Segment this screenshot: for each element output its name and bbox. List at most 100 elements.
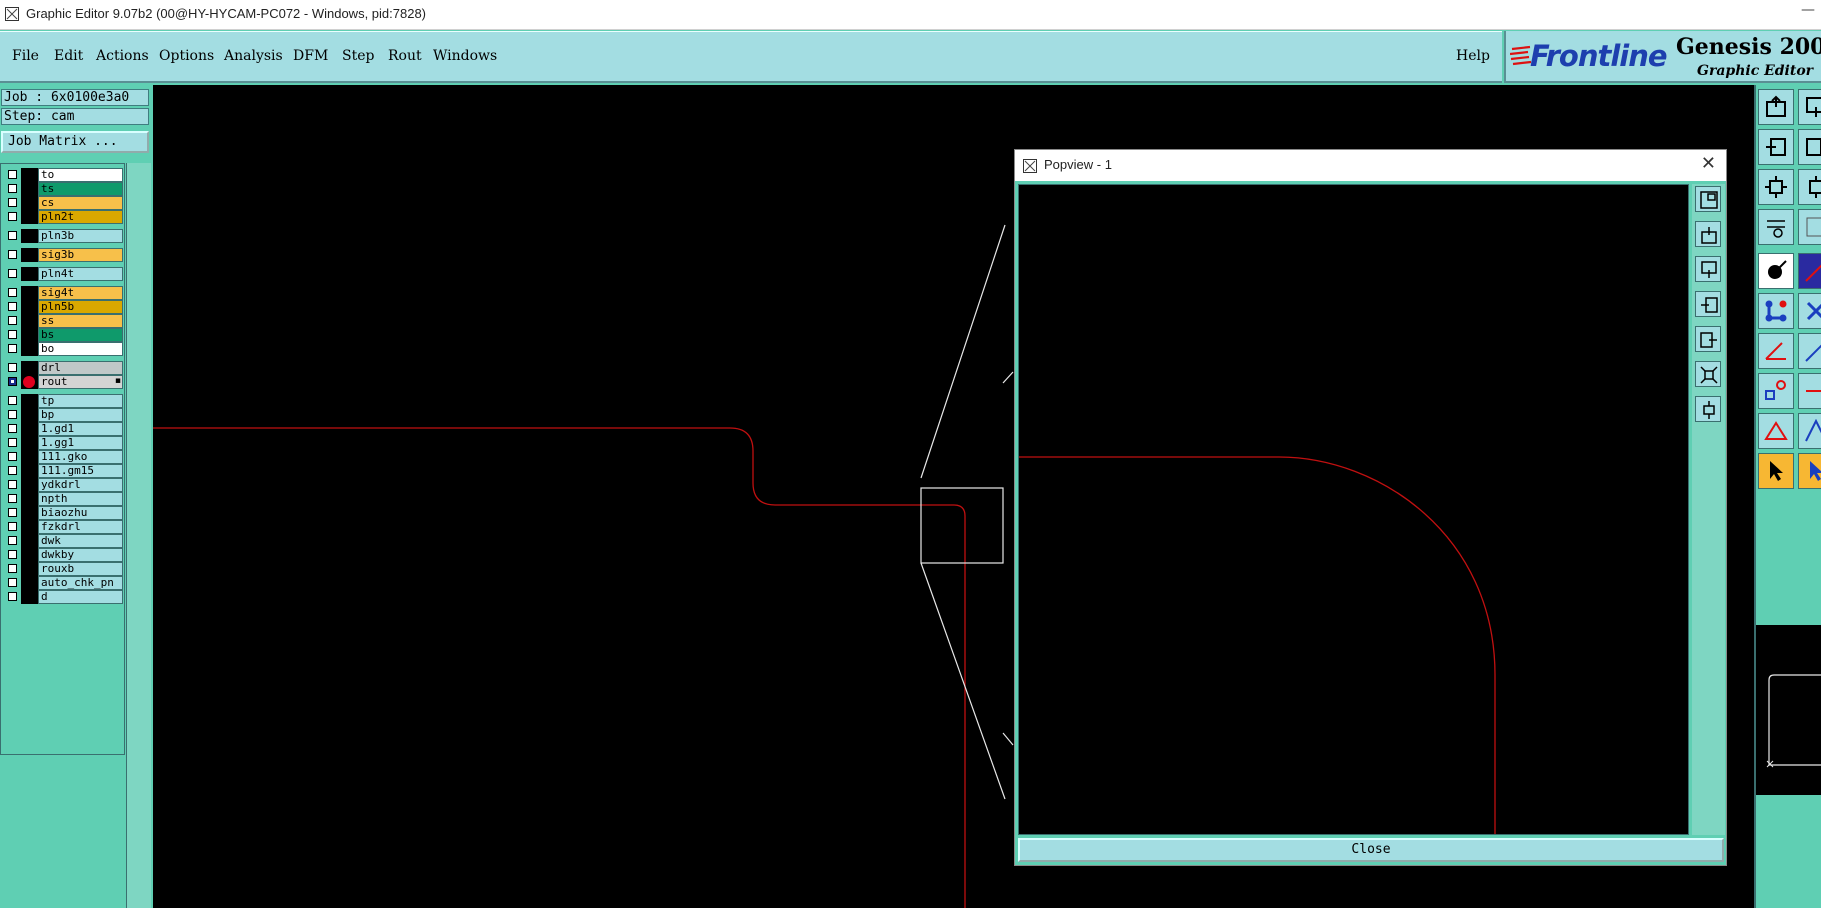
- tool-pan-down-button[interactable]: [1798, 89, 1821, 125]
- layer-row-npth[interactable]: npth: [5, 492, 123, 506]
- layer-row-sig4t[interactable]: sig4t: [5, 286, 123, 300]
- layer-row-111-gm15[interactable]: 111.gm15: [5, 464, 123, 478]
- layer-visibility-swatch[interactable]: [21, 314, 38, 328]
- layer-checkbox[interactable]: [8, 231, 17, 240]
- layer-row-d[interactable]: d: [5, 590, 123, 604]
- layer-row-drl[interactable]: drl: [5, 361, 123, 375]
- layer-row-bs[interactable]: bs: [5, 328, 123, 342]
- layer-checkbox[interactable]: [8, 592, 17, 601]
- tool-snap-button[interactable]: [1758, 253, 1794, 289]
- tool-line-color-button[interactable]: [1798, 253, 1821, 289]
- layer-checkbox[interactable]: [8, 288, 17, 297]
- layer-visibility-swatch[interactable]: [21, 492, 38, 506]
- layer-name[interactable]: d: [38, 590, 123, 604]
- layer-visibility-swatch[interactable]: [21, 361, 38, 375]
- tool-hline-button[interactable]: [1798, 373, 1821, 409]
- tool-pad-button[interactable]: [1758, 373, 1794, 409]
- layer-visibility-swatch[interactable]: [21, 478, 38, 492]
- layer-name[interactable]: fzkdrl: [38, 520, 123, 534]
- tool-pan-right-button[interactable]: [1798, 129, 1821, 165]
- layer-name[interactable]: bo: [38, 342, 123, 356]
- layer-row-dwkby[interactable]: dwkby: [5, 548, 123, 562]
- layer-checkbox[interactable]: [8, 536, 17, 545]
- layer-name[interactable]: 1.gg1: [38, 436, 123, 450]
- tool-slope-button[interactable]: [1798, 333, 1821, 369]
- layer-row-ydkdrl[interactable]: ydkdrl: [5, 478, 123, 492]
- tool-pan-left-button[interactable]: [1758, 129, 1794, 165]
- layer-row-ts[interactable]: ts: [5, 182, 123, 196]
- tool-cross-button[interactable]: [1798, 293, 1821, 329]
- layer-row-pln2t[interactable]: pln2t: [5, 210, 123, 224]
- popview-close-button[interactable]: Close: [1018, 838, 1724, 862]
- layer-checkbox[interactable]: [8, 316, 17, 325]
- job-matrix-button[interactable]: Job Matrix ...: [1, 131, 149, 153]
- layer-name[interactable]: ss: [38, 314, 123, 328]
- layer-name[interactable]: sig4t: [38, 286, 123, 300]
- layer-name[interactable]: 111.gm15: [38, 464, 123, 478]
- layer-name[interactable]: auto_chk_pn: [38, 576, 123, 590]
- layer-visibility-swatch[interactable]: [21, 450, 38, 464]
- popview-zoom-vertical-button[interactable]: [1695, 396, 1721, 422]
- tool-zoom-home-button[interactable]: [1758, 89, 1794, 125]
- layer-visibility-swatch[interactable]: [21, 562, 38, 576]
- layer-visibility-swatch[interactable]: [21, 267, 38, 281]
- layer-name[interactable]: pln3b: [38, 229, 123, 243]
- layer-visibility-swatch[interactable]: [21, 248, 38, 262]
- layer-name[interactable]: pln2t: [38, 210, 123, 224]
- layer-name[interactable]: pln5b: [38, 300, 123, 314]
- layer-name[interactable]: bs: [38, 328, 123, 342]
- layer-checkbox[interactable]: [8, 438, 17, 447]
- layer-name[interactable]: biaozhu: [38, 506, 123, 520]
- layer-visibility-swatch[interactable]: [21, 548, 38, 562]
- layer-row-pln5b[interactable]: pln5b: [5, 300, 123, 314]
- layer-row-rouxb[interactable]: rouxb: [5, 562, 123, 576]
- layer-row-bo[interactable]: bo: [5, 342, 123, 356]
- layer-visibility-swatch[interactable]: [21, 590, 38, 604]
- layer-checkbox[interactable]: [8, 452, 17, 461]
- layer-checkbox[interactable]: [8, 198, 17, 207]
- layer-visibility-swatch[interactable]: [21, 408, 38, 422]
- tool-zoom-vertical-button[interactable]: [1798, 169, 1821, 205]
- popview-close-icon[interactable]: ✕: [1701, 154, 1716, 174]
- popview-title-bar[interactable]: Popview - 1 ✕: [1015, 150, 1726, 181]
- layer-name[interactable]: dwkby: [38, 548, 123, 562]
- layer-visibility-swatch[interactable]: [21, 182, 38, 196]
- layer-name[interactable]: dwk: [38, 534, 123, 548]
- minimize-button[interactable]: —: [1801, 2, 1815, 18]
- layer-row-ss[interactable]: ss: [5, 314, 123, 328]
- layer-checkbox[interactable]: [8, 410, 17, 419]
- layer-row-to[interactable]: to: [5, 168, 123, 182]
- layer-name[interactable]: ts: [38, 182, 123, 196]
- layer-checkbox[interactable]: [8, 344, 17, 353]
- layer-row-dwk[interactable]: dwk: [5, 534, 123, 548]
- tool-triangle-button[interactable]: [1758, 413, 1794, 449]
- layer-checkbox[interactable]: [8, 184, 17, 193]
- layer-visibility-swatch[interactable]: [21, 534, 38, 548]
- layer-checkbox[interactable]: [8, 377, 17, 386]
- layer-visibility-swatch[interactable]: [21, 210, 38, 224]
- layer-name[interactable]: bp: [38, 408, 123, 422]
- overview-minimap[interactable]: [1756, 625, 1821, 795]
- layer-name[interactable]: 111.gko: [38, 450, 123, 464]
- layer-row-rout[interactable]: rout ▪: [5, 375, 123, 389]
- layer-visibility-swatch[interactable]: [21, 196, 38, 210]
- layer-name[interactable]: tp: [38, 394, 123, 408]
- layer-row-tp[interactable]: tp: [5, 394, 123, 408]
- layer-visibility-swatch[interactable]: [21, 506, 38, 520]
- layer-name[interactable]: sig3b: [38, 248, 123, 262]
- layer-row-pln3b[interactable]: pln3b: [5, 229, 123, 243]
- menu-help[interactable]: Help: [1456, 48, 1490, 64]
- layer-visibility-swatch[interactable]: [21, 422, 38, 436]
- layer-name[interactable]: to: [38, 168, 123, 182]
- popview-pan-right-button[interactable]: [1695, 326, 1721, 352]
- layer-row-cs[interactable]: cs: [5, 196, 123, 210]
- layer-row-biaozhu[interactable]: biaozhu: [5, 506, 123, 520]
- layer-row-fzkdrl[interactable]: fzkdrl: [5, 520, 123, 534]
- layer-visibility-swatch[interactable]: [21, 342, 38, 356]
- layer-name[interactable]: npth: [38, 492, 123, 506]
- menu-step[interactable]: Step: [342, 48, 374, 64]
- layer-row-1-gg1[interactable]: 1.gg1: [5, 436, 123, 450]
- tool-connect-button[interactable]: [1758, 293, 1794, 329]
- layer-checkbox[interactable]: [8, 363, 17, 372]
- popview-canvas[interactable]: [1018, 184, 1689, 835]
